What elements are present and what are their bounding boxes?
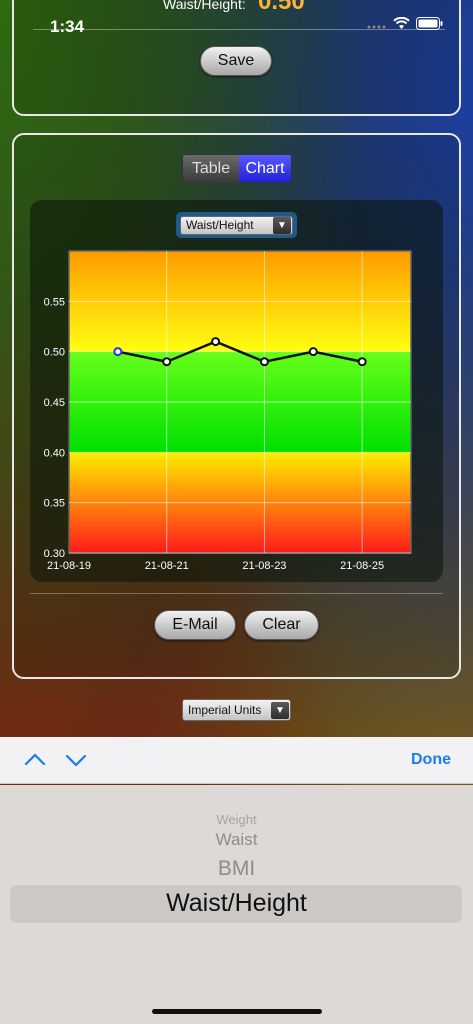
- status-time: 1:34: [50, 17, 85, 36]
- wifi-icon: [393, 16, 410, 35]
- home-indicator: [152, 1009, 322, 1014]
- units-selector[interactable]: Imperial Units ▼: [182, 699, 291, 721]
- email-button[interactable]: E-Mail: [154, 610, 236, 640]
- signal-icon: [367, 17, 387, 35]
- dropdown-arrow-icon: ▼: [273, 216, 291, 234]
- metric-picker[interactable]: Weight Waist BMI Waist/Height: [0, 785, 473, 1024]
- result-caption: Waist/Height:: [163, 0, 246, 12]
- units-selector-label: Imperial Units: [188, 703, 262, 717]
- battery-icon: [416, 17, 443, 35]
- clear-button[interactable]: Clear: [244, 610, 319, 640]
- y-tick-label: 0.45: [44, 397, 65, 409]
- metric-selector[interactable]: Waist/Height ▼: [176, 212, 297, 238]
- y-tick-label: 0.55: [44, 296, 65, 308]
- status-icons: [367, 16, 443, 35]
- data-point: [113, 347, 123, 357]
- data-point: [162, 357, 172, 367]
- dropdown-arrow-icon: ▼: [271, 701, 289, 719]
- waist-height-chart: 0.30 0.35 0.40 0.45 0.50 0.55 21-08-19 21-08-2…: [44, 250, 412, 572]
- chevron-up-icon[interactable]: [22, 747, 48, 773]
- x-tick-label: 21-08-19: [47, 560, 91, 572]
- save-button[interactable]: Save: [200, 46, 272, 76]
- y-tick-label: 0.40: [44, 447, 65, 459]
- divider: [30, 593, 443, 594]
- y-tick-label: 0.35: [44, 498, 65, 510]
- x-tick-label: 21-08-23: [242, 560, 286, 572]
- x-tick-label: 21-08-25: [340, 560, 384, 572]
- tab-chart[interactable]: Chart: [239, 155, 291, 182]
- result-value: 0.50: [258, 0, 305, 15]
- view-toggle: Table Chart: [182, 154, 292, 183]
- chevron-down-icon[interactable]: [63, 747, 89, 773]
- picker-item[interactable]: BMI: [0, 857, 473, 881]
- done-button[interactable]: Done: [411, 751, 451, 769]
- data-point: [357, 357, 367, 367]
- tab-table[interactable]: Table: [183, 155, 239, 182]
- picker-toolbar: Done: [0, 737, 473, 784]
- data-point: [308, 347, 318, 357]
- y-tick-label: 0.30: [44, 548, 65, 560]
- picker-item[interactable]: Waist: [0, 830, 473, 850]
- data-point: [211, 337, 221, 347]
- x-tick-label: 21-08-21: [145, 560, 189, 572]
- picker-item[interactable]: Weight: [0, 812, 473, 827]
- data-point: [259, 357, 269, 367]
- picker-item-selected[interactable]: Waist/Height: [0, 889, 473, 918]
- y-tick-label: 0.50: [44, 347, 65, 359]
- metric-selector-label: Waist/Height: [186, 218, 254, 232]
